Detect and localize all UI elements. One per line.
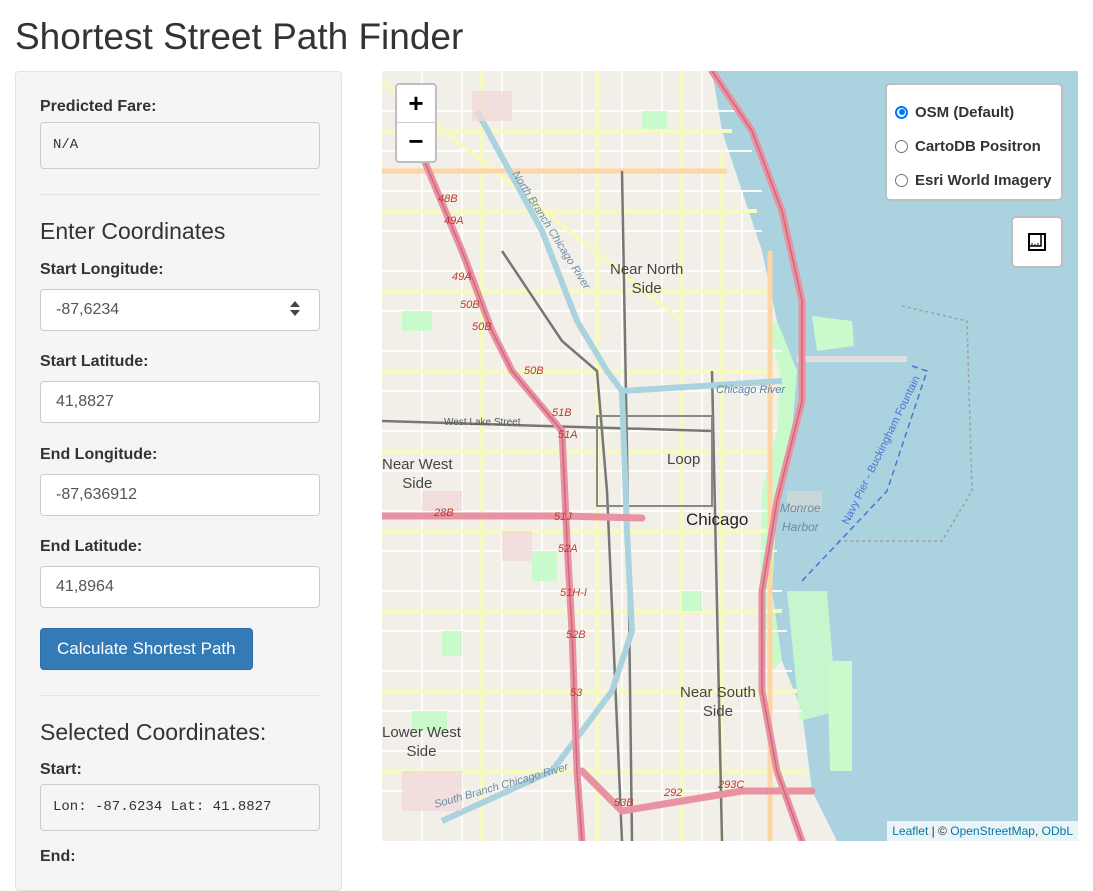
map-label-loop: Loop <box>667 451 701 468</box>
coords-heading: Enter Coordinates <box>40 218 226 244</box>
calculate-shortest-path-button[interactable]: Calculate Shortest Path <box>40 628 253 670</box>
fare-label: Predicted Fare: <box>40 98 157 115</box>
exit-label: 293C <box>718 779 745 791</box>
start-longitude-value: -87,6234 <box>56 301 120 318</box>
layer-label: CartoDB Positron <box>915 137 1041 155</box>
leaflet-link[interactable]: Leaflet <box>892 824 928 838</box>
fare-output: N/A <box>40 122 320 169</box>
exit-label: 53B <box>614 797 634 809</box>
end-longitude-input[interactable]: -87,636912 <box>40 474 320 516</box>
layer-control: OSM (Default) CartoDB Positron Esri Worl… <box>885 83 1063 201</box>
odbl-link[interactable]: ODbL <box>1042 824 1073 838</box>
divider <box>40 695 320 696</box>
exit-label: 53 <box>570 687 583 699</box>
start-latitude-label: Start Latitude: <box>40 353 149 370</box>
radio-icon[interactable] <box>895 173 908 187</box>
exit-label: 51A <box>558 429 578 441</box>
exit-label: 51B <box>552 407 572 419</box>
selected-heading: Selected Coordinates: <box>40 719 267 745</box>
end-latitude-value: 41,8964 <box>56 578 114 595</box>
map-label-monroe-harbor: Monroe Harbor <box>780 501 821 534</box>
exit-label: 50B <box>472 321 492 333</box>
end-longitude-label: End Longitude: <box>40 446 158 463</box>
number-spinner[interactable] <box>289 301 301 319</box>
map-label-chicago: Chicago <box>686 510 749 529</box>
layer-label: OSM (Default) <box>915 103 1015 121</box>
start-label: Start: <box>40 761 82 778</box>
map-label-near-north: Near North Side <box>610 261 684 297</box>
zoom-in-button[interactable]: + <box>397 85 435 122</box>
end-latitude-input[interactable]: 41,8964 <box>40 566 320 608</box>
zoom-out-button[interactable]: − <box>397 122 435 160</box>
exit-label: 48B <box>438 193 458 205</box>
layer-option-osm[interactable]: OSM (Default) <box>895 95 1053 129</box>
layer-label: Esri World Imagery <box>915 171 1052 189</box>
exit-label: 50B <box>524 365 544 377</box>
exit-label: 49A <box>444 215 464 227</box>
attribution-comma: , <box>1034 824 1042 838</box>
map-label-west-lake-street: West Lake Street <box>444 417 521 428</box>
ruler-icon <box>1028 233 1046 251</box>
exit-label: 52B <box>566 629 586 641</box>
start-longitude-input[interactable]: -87,6234 <box>40 289 320 331</box>
exit-label: 28B <box>434 507 454 519</box>
exit-label: 292 <box>664 787 683 799</box>
map-label-near-south: Near South Side <box>680 684 756 720</box>
map-label-lower-west: Lower West Side <box>382 724 461 760</box>
page-title: Shortest Street Path Finder <box>15 16 464 57</box>
layer-option-cartodb[interactable]: CartoDB Positron <box>895 129 1053 163</box>
exit-label: 49A <box>452 271 472 283</box>
end-longitude-value: -87,636912 <box>56 486 137 503</box>
radio-icon[interactable] <box>895 139 908 153</box>
map-attribution: Leaflet | © OpenStreetMap, ODbL <box>887 821 1078 841</box>
start-coordinates-output: Lon: -87.6234 Lat: 41.8827 <box>40 784 320 831</box>
measure-tool-button[interactable] <box>1011 216 1063 268</box>
osm-link[interactable]: OpenStreetMap <box>950 824 1035 838</box>
attribution-separator: | © <box>928 824 951 838</box>
start-latitude-value: 41,8827 <box>56 393 114 410</box>
map-label-chicago-river: Chicago River <box>716 384 786 396</box>
zoom-control: + − <box>395 83 437 163</box>
sidebar-panel: Predicted Fare: N/A Enter Coordinates St… <box>15 71 342 891</box>
radio-selected-icon[interactable] <box>895 105 908 119</box>
end-latitude-label: End Latitude: <box>40 538 143 555</box>
map-view[interactable]: Near North Side Loop Chicago Near West S… <box>382 71 1078 841</box>
map-label-near-west: Near West Side <box>382 456 453 492</box>
end-label: End: <box>40 848 76 865</box>
start-longitude-label: Start Longitude: <box>40 261 164 278</box>
exit-label: 52A <box>558 543 578 555</box>
exit-label: 51J <box>554 511 572 523</box>
exit-label: 51H-I <box>560 587 587 599</box>
exit-label: 50B <box>460 299 480 311</box>
start-latitude-input[interactable]: 41,8827 <box>40 381 320 423</box>
divider <box>40 194 320 195</box>
layer-option-esri[interactable]: Esri World Imagery <box>895 163 1053 197</box>
